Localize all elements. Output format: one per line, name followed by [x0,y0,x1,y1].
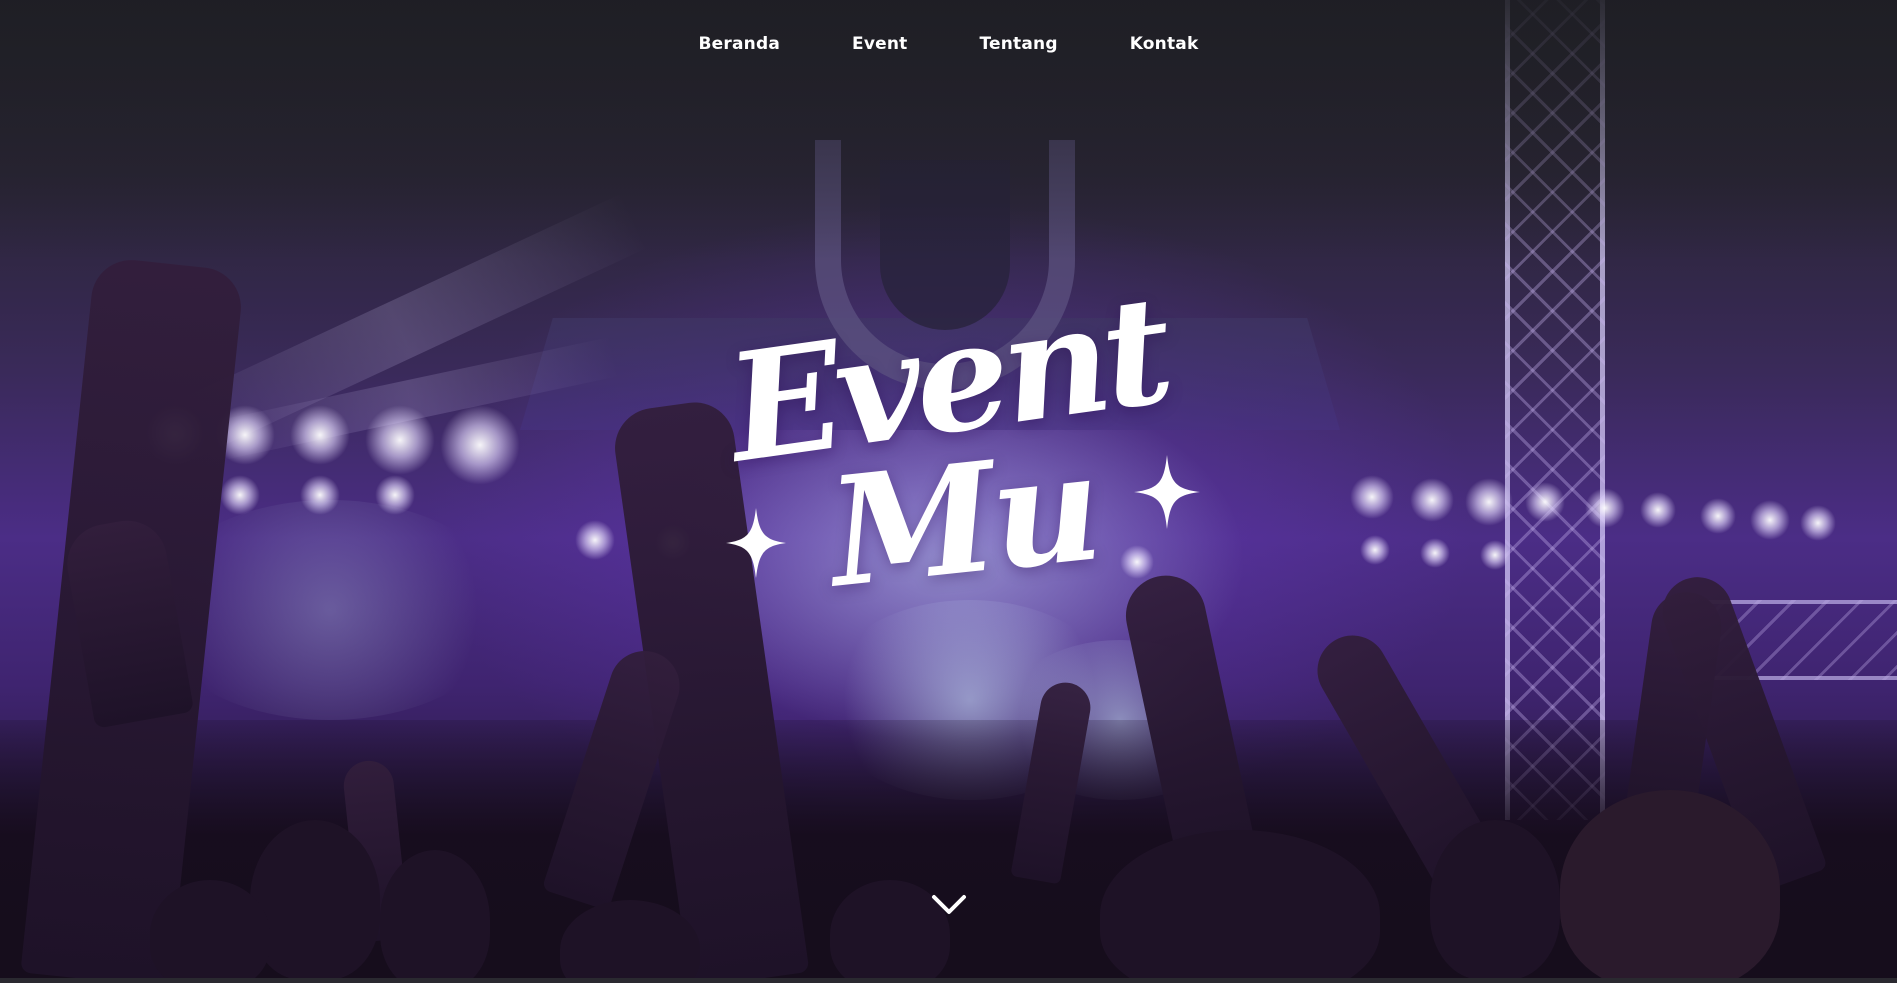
stage-light [1800,505,1836,541]
stage-light [365,405,435,475]
audience-head [1430,820,1560,978]
stage-light [1350,475,1394,519]
sparkle-icon [1134,455,1200,529]
stage-light [290,405,350,465]
stage-light [1420,538,1450,568]
stage-light [1410,478,1454,522]
audience-head [380,850,490,978]
nav-item-tentang[interactable]: Tentang [943,30,1093,58]
stage-light [440,405,520,485]
stage-light [575,520,615,560]
stage-light [1585,488,1625,528]
scroll-down-button[interactable] [924,880,974,930]
sparkle-icon [726,508,786,578]
nav-item-beranda[interactable]: Beranda [663,30,817,58]
stage-light [1640,492,1676,528]
audience-head [250,820,380,978]
logo-word-mu: Mu [821,418,1106,622]
stage-light [1700,498,1736,534]
eventmu-logo: Event Mu [700,262,1220,660]
stage-light [1480,540,1510,570]
stage-light [1750,500,1790,540]
stage-light [1525,482,1565,522]
chevron-down-icon [932,895,966,914]
stage-light [1465,478,1513,526]
stage-light [220,475,260,515]
stage-light [1360,535,1390,565]
main-navigation: Beranda Event Tentang Kontak [0,30,1897,58]
page-bottom-edge [0,978,1897,983]
nav-item-event[interactable]: Event [816,30,943,58]
nav-item-kontak[interactable]: Kontak [1094,30,1235,58]
audience-head [1560,790,1780,978]
